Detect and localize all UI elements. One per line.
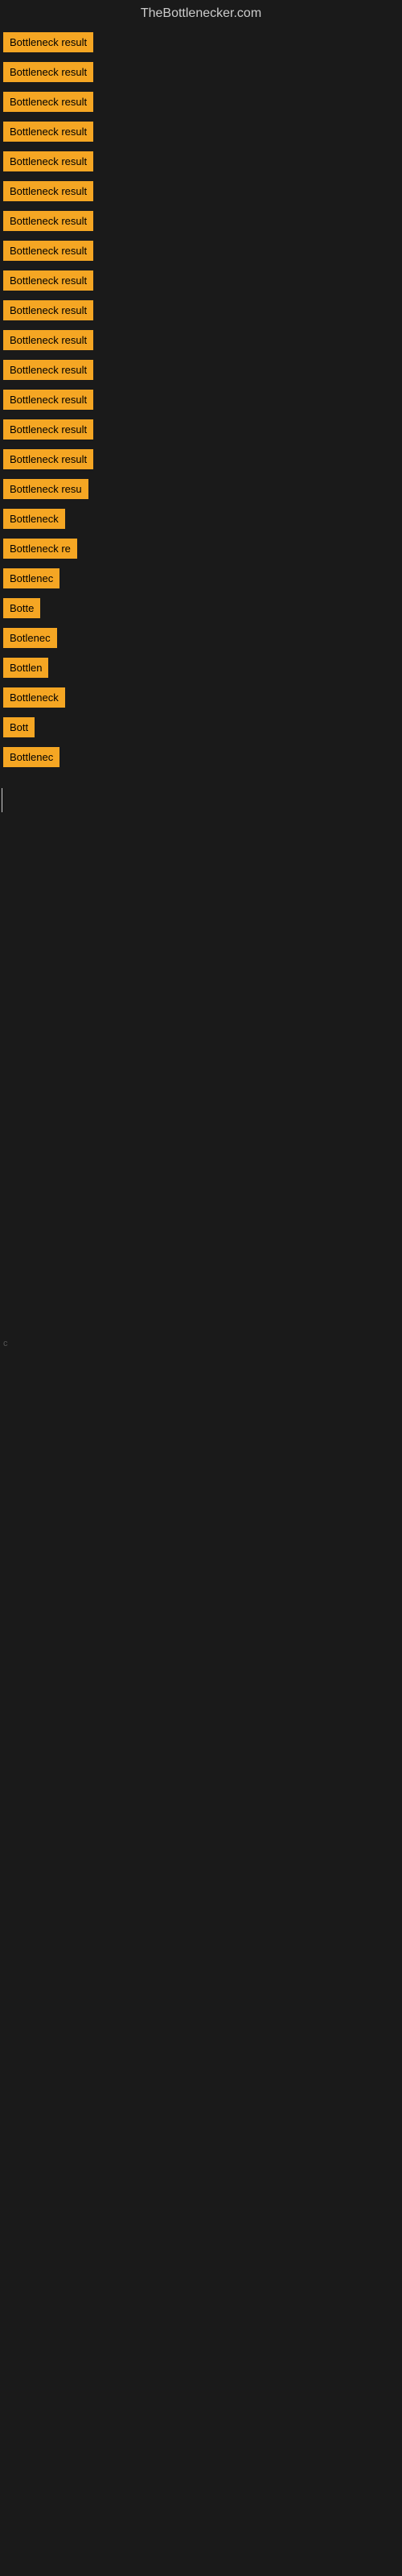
- bottleneck-item-0: Bottleneck result: [0, 27, 402, 57]
- site-header: TheBottlenecker.com: [0, 0, 402, 27]
- bottleneck-item-23: Bott: [0, 712, 402, 742]
- bottleneck-item-16: Bottleneck: [0, 504, 402, 534]
- bottleneck-badge-10[interactable]: Bottleneck result: [3, 330, 93, 350]
- bottleneck-badge-18[interactable]: Bottlenec: [3, 568, 59, 588]
- bottleneck-badge-11[interactable]: Bottleneck result: [3, 360, 93, 380]
- site-title-text: TheBottlenecker.com: [141, 6, 261, 20]
- bottleneck-item-1: Bottleneck result: [0, 57, 402, 87]
- bottleneck-item-11: Bottleneck result: [0, 355, 402, 385]
- bottleneck-item-7: Bottleneck result: [0, 236, 402, 266]
- small-label-text: c: [3, 1339, 8, 1348]
- bottleneck-badge-5[interactable]: Bottleneck result: [3, 181, 93, 201]
- bottleneck-badge-4[interactable]: Bottleneck result: [3, 151, 93, 171]
- bottleneck-badge-14[interactable]: Bottleneck result: [3, 449, 93, 469]
- empty-space-1: [0, 1013, 402, 1335]
- bottleneck-badge-6[interactable]: Bottleneck result: [3, 211, 93, 231]
- bottleneck-item-19: Botte: [0, 593, 402, 623]
- empty-space-2: [0, 1352, 402, 1835]
- bottleneck-badge-9[interactable]: Bottleneck result: [3, 300, 93, 320]
- bottleneck-item-22: Bottleneck: [0, 683, 402, 712]
- small-label: c: [0, 1335, 402, 1352]
- bottleneck-badge-20[interactable]: Botlenec: [3, 628, 57, 648]
- bottleneck-badge-15[interactable]: Bottleneck resu: [3, 479, 88, 499]
- bottleneck-item-8: Bottleneck result: [0, 266, 402, 295]
- bottleneck-badge-16[interactable]: Bottleneck: [3, 509, 65, 529]
- bottleneck-item-20: Botlenec: [0, 623, 402, 653]
- bottleneck-badge-23[interactable]: Bott: [3, 717, 35, 737]
- bottleneck-item-18: Bottlenec: [0, 564, 402, 593]
- bottleneck-item-4: Bottleneck result: [0, 147, 402, 176]
- bottleneck-badge-7[interactable]: Bottleneck result: [3, 241, 93, 261]
- bottleneck-item-10: Bottleneck result: [0, 325, 402, 355]
- bottleneck-badge-19[interactable]: Botte: [3, 598, 40, 618]
- bottleneck-badge-12[interactable]: Bottleneck result: [3, 390, 93, 410]
- items-container: Bottleneck result Bottleneck result Bottle…: [0, 27, 402, 772]
- bottleneck-badge-24[interactable]: Bottlenec: [3, 747, 59, 767]
- bottleneck-item-12: Bottleneck result: [0, 385, 402, 415]
- bottleneck-item-14: Bottleneck result: [0, 444, 402, 474]
- bottleneck-badge-0[interactable]: Bottleneck result: [3, 32, 93, 52]
- bottleneck-item-13: Bottleneck result: [0, 415, 402, 444]
- cursor-area: [0, 772, 402, 1013]
- bottleneck-item-15: Bottleneck resu: [0, 474, 402, 504]
- bottleneck-item-9: Bottleneck result: [0, 295, 402, 325]
- bottleneck-item-24: Bottlenec: [0, 742, 402, 772]
- bottleneck-badge-17[interactable]: Bottleneck re: [3, 539, 77, 559]
- bottleneck-item-21: Bottlen: [0, 653, 402, 683]
- bottleneck-badge-21[interactable]: Bottlen: [3, 658, 48, 678]
- bottleneck-badge-8[interactable]: Bottleneck result: [3, 270, 93, 291]
- bottleneck-badge-13[interactable]: Bottleneck result: [3, 419, 93, 440]
- bottleneck-item-6: Bottleneck result: [0, 206, 402, 236]
- bottleneck-item-5: Bottleneck result: [0, 176, 402, 206]
- bottleneck-item-2: Bottleneck result: [0, 87, 402, 117]
- bottleneck-badge-1[interactable]: Bottleneck result: [3, 62, 93, 82]
- bottleneck-badge-22[interactable]: Bottleneck: [3, 687, 65, 708]
- bottleneck-badge-3[interactable]: Bottleneck result: [3, 122, 93, 142]
- bottleneck-item-17: Bottleneck re: [0, 534, 402, 564]
- bottleneck-badge-2[interactable]: Bottleneck result: [3, 92, 93, 112]
- bottleneck-item-3: Bottleneck result: [0, 117, 402, 147]
